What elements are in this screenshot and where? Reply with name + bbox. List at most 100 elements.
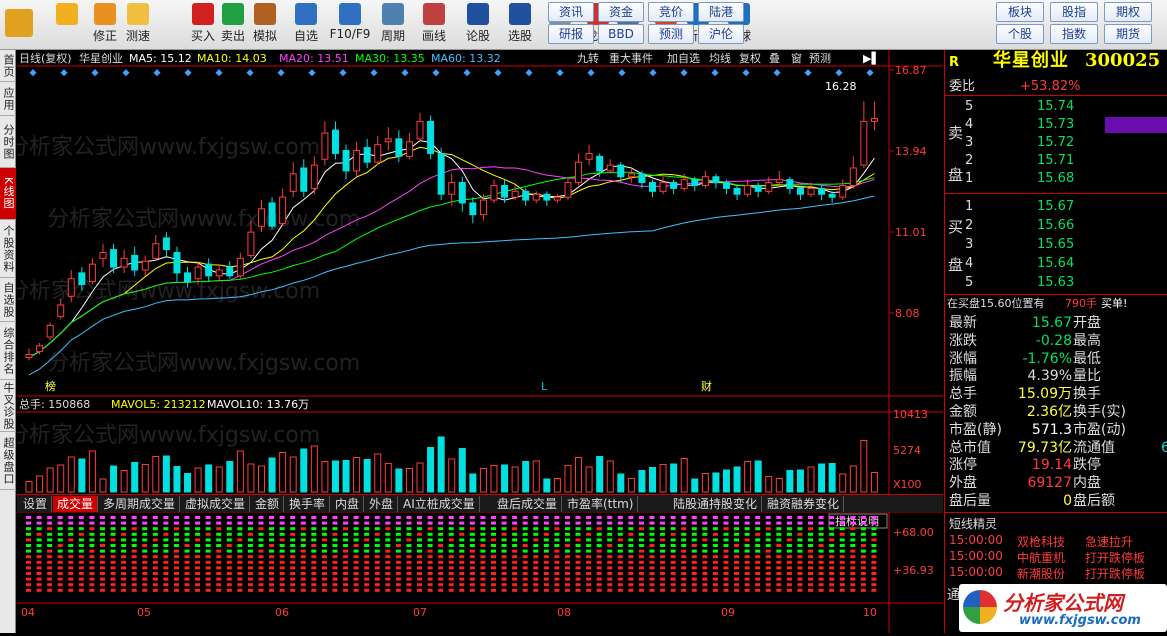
indicator-tab-3[interactable]: 虚拟成交量 (181, 496, 251, 512)
toolbar-btn-6[interactable]: 预测 (648, 24, 694, 44)
ind-cell (205, 572, 211, 575)
toolbar-btn-7[interactable]: 沪伦 (698, 24, 744, 44)
toolbar-btn-11[interactable]: 个股 (996, 24, 1044, 44)
indicator-tab-9[interactable]: 盘后成交量 (493, 496, 563, 512)
leftnav-item-5[interactable]: 自选股 (0, 278, 16, 322)
ind-cell (575, 566, 581, 570)
toolbar-btn-3[interactable]: 陆港 (698, 2, 744, 22)
header-btn-2[interactable]: 加自选 (667, 52, 700, 65)
ind-cell (311, 538, 317, 542)
leftnav-item-0[interactable]: 首页 (0, 50, 16, 82)
leftnav-item-8[interactable]: 超级盘口 (0, 432, 16, 490)
leftnav-item-7[interactable]: 牛叉诊股 (0, 380, 16, 432)
ind-cell (205, 549, 211, 553)
indicator-tab-4[interactable]: 金额 (251, 496, 285, 512)
indicator-tab-6[interactable]: 内盘 (331, 496, 365, 512)
indicator-tab-11[interactable]: 陆股通持股变化 (669, 496, 763, 512)
indicator-tab-0[interactable]: 设置 (19, 496, 53, 512)
period-tool[interactable]: 周期 (375, 3, 411, 47)
ind-cell (607, 577, 613, 581)
toolbar-btn-1[interactable]: 资金 (598, 2, 644, 22)
ind-cell (195, 566, 201, 570)
header-btn-5[interactable]: 叠 (769, 52, 780, 65)
ind-cell (99, 566, 105, 570)
watermark: 分析家公式网www.fxjgsw.com (17, 135, 320, 160)
indicator-tab-1[interactable]: 成交量 (53, 496, 99, 512)
header-btn-1[interactable]: 重大事件 (609, 51, 653, 65)
leftnav-item-6[interactable]: 综合排名 (0, 322, 16, 380)
ind-cell (702, 532, 708, 536)
star-folder-tool[interactable]: 自选 (288, 3, 324, 47)
leftnav-item-4[interactable]: 个股资料 (0, 220, 16, 278)
header-btn-0[interactable]: 九转 (577, 51, 599, 65)
hammer-tool[interactable]: 模拟 (250, 3, 280, 47)
scroll-arrow-icon[interactable]: ▶▌ (863, 51, 880, 65)
f10-tool[interactable]: F10/F9 (328, 3, 372, 47)
leftnav-item-2[interactable]: 分时图 (0, 116, 16, 168)
ind-cell (744, 555, 750, 559)
ind-cell (321, 566, 327, 570)
ind-cell (776, 560, 782, 564)
clock-tool[interactable]: 测速 (122, 3, 154, 47)
indicator-tab-5[interactable]: 换手率 (285, 496, 331, 512)
header-btn-7[interactable]: 预测 (809, 52, 831, 65)
ind-cell (269, 572, 275, 575)
toolbar-btn-4[interactable]: 研报 (548, 24, 594, 44)
ind-cell (332, 516, 338, 519)
candle-body (543, 193, 551, 201)
back-arrow-tool[interactable] (52, 3, 82, 47)
toolbar-btn-12[interactable]: 指数 (1050, 24, 1098, 44)
kline-chart-svg[interactable]: 16.8713.9411.018.08分析家公式网www.fxjgsw.com分… (7, 50, 943, 633)
leftnav-item-1[interactable]: 应用 (0, 82, 16, 116)
ind-cell (110, 521, 116, 525)
fix-tool[interactable]: 修正 (90, 3, 120, 47)
indicator-tab-2[interactable]: 多周期成交量 (99, 496, 181, 512)
header-btn-6[interactable]: 窗 (791, 51, 802, 65)
toolbar-btn-13[interactable]: 期货 (1104, 24, 1152, 44)
toolbar-btn-5[interactable]: BBD (598, 24, 644, 44)
candle-body (575, 161, 583, 184)
dx-row[interactable]: 15:00:00 双枪科技 急速拉升 (945, 533, 1167, 549)
sell-tool[interactable]: 卖出 (218, 3, 248, 47)
ind-cell (26, 577, 31, 581)
indicator-tab-12[interactable]: 融资融券变化 (763, 496, 845, 512)
volume-bar (849, 465, 857, 493)
header-btn-3[interactable]: 均线 (709, 51, 731, 65)
leftnav-item-3[interactable]: K线图 (0, 168, 16, 220)
windows-tool[interactable] (4, 3, 34, 47)
sell-icon (222, 3, 244, 25)
indicator-tab-8[interactable]: AI立桩成交量 (399, 496, 480, 512)
ind-cell (469, 516, 475, 519)
pencil-tool[interactable]: 画线 (416, 3, 452, 47)
stat-value: 2.36亿 (1026, 404, 1072, 420)
stat-label: 总手 (949, 386, 977, 403)
indicator-tab-10[interactable]: 市盈率(ttm) (563, 496, 639, 512)
ind-cell (438, 555, 444, 559)
ind-cell (78, 572, 84, 575)
toolbar-btn-0[interactable]: 资讯 (548, 2, 594, 22)
toolbar-btn-2[interactable]: 竞价 (648, 2, 694, 22)
buy-tool[interactable]: 买入 (188, 3, 218, 47)
ind-cell (734, 577, 740, 581)
candle-body (141, 260, 149, 271)
ind-cell (776, 532, 782, 536)
header-btn-4[interactable]: 复权 (739, 51, 761, 65)
discuss-tool[interactable]: 论股 (460, 3, 496, 47)
toolbar-btn-9[interactable]: 股指 (1050, 2, 1098, 22)
ind-cell (459, 516, 465, 519)
ind-cell (755, 538, 761, 542)
weibi-label: 委比 (949, 79, 976, 94)
dx-row[interactable]: 15:00:00 新潮股份 打开跌停板 (945, 565, 1167, 581)
toolbar-btn-10[interactable]: 期权 (1104, 2, 1152, 22)
ind-cell (501, 538, 507, 542)
select-stock-tool[interactable]: 选股 (500, 3, 540, 47)
ind-cell (575, 538, 581, 542)
ind-cell (744, 538, 750, 542)
pencil-label: 画线 (421, 29, 446, 43)
toolbar-btn-8[interactable]: 板块 (996, 2, 1044, 22)
ind-cell (575, 588, 581, 592)
indicator-tab-7[interactable]: 外盘 (365, 496, 399, 512)
ind-cell (691, 588, 697, 592)
ind-cell (776, 544, 782, 547)
dx-row[interactable]: 15:00:00 中航重机 打开跌停板 (945, 549, 1167, 565)
